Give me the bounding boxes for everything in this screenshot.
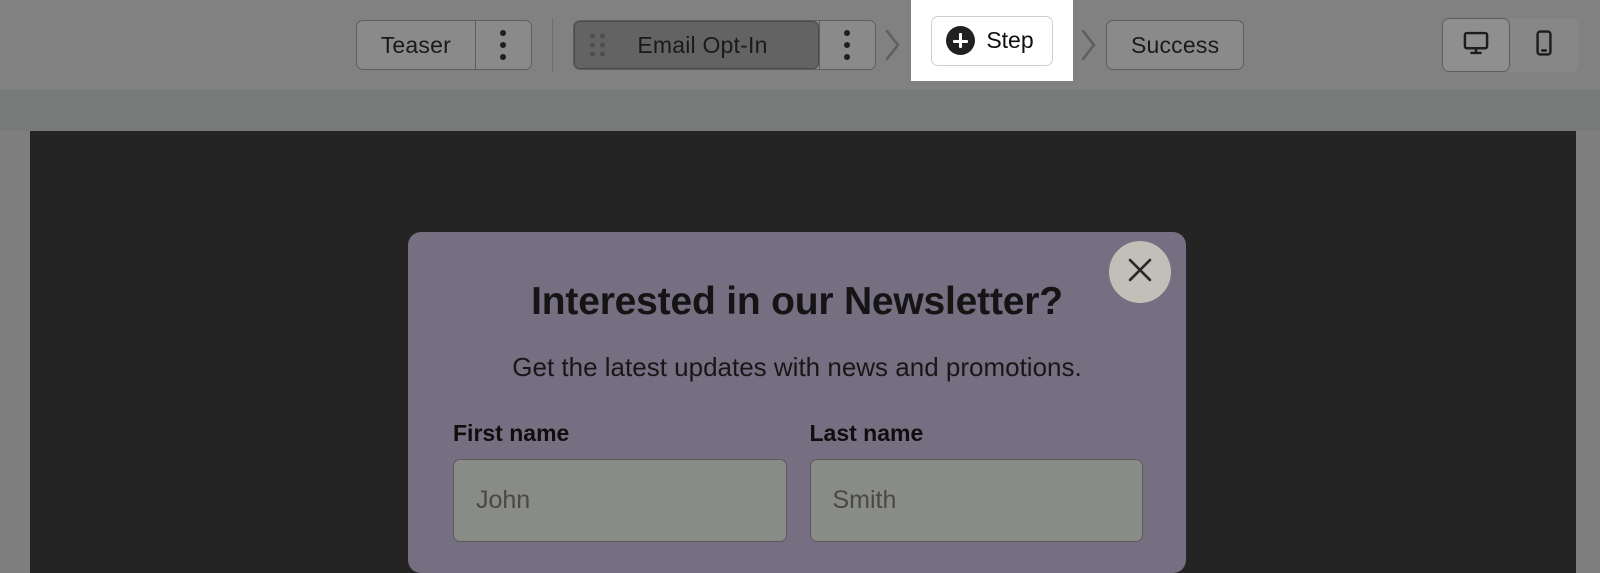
field-label-last-name: Last name — [809, 420, 924, 446]
step-menu-button-teaser[interactable] — [474, 21, 531, 69]
last-name-input[interactable] — [809, 459, 1143, 542]
device-toggle-desktop[interactable] — [1442, 18, 1510, 72]
preview-canvas: Interested in our Newsletter? Get the la… — [30, 131, 1576, 573]
kebab-menu-icon — [844, 42, 851, 48]
first-name-input[interactable] — [453, 459, 787, 542]
toolbar-sub-band — [0, 90, 1600, 131]
step-item-success[interactable]: Success — [1105, 20, 1245, 70]
modal-form-row: First name Last name — [453, 420, 1143, 542]
desktop-monitor-icon — [1462, 29, 1490, 62]
field-last-name: Last name — [809, 420, 1143, 542]
mobile-phone-icon — [1530, 29, 1558, 62]
editor-root: Teaser Email Opt-In Success Step Interes… — [0, 0, 1600, 573]
add-step-popover: Step — [911, 0, 1073, 81]
device-toggle-mobile[interactable] — [1510, 18, 1578, 72]
modal-title: Interested in our Newsletter? — [531, 280, 1063, 323]
step-label-text: Email Opt-In — [637, 31, 768, 58]
modal-subtitle: Get the latest updates with news and pro… — [512, 352, 1082, 382]
step-breadcrumb-strip: Teaser Email Opt-In Success — [0, 0, 1600, 90]
device-preview-toggle — [1442, 18, 1578, 72]
kebab-menu-icon — [844, 54, 851, 60]
drag-handle-icon[interactable] — [589, 33, 605, 57]
toolbar-divider — [551, 18, 553, 72]
plus-circle-icon — [946, 26, 976, 55]
top-toolbar: Teaser Email Opt-In Success Step — [0, 0, 1600, 90]
kebab-menu-icon — [844, 30, 851, 36]
step-menu-button-email-opt-in[interactable] — [818, 21, 875, 69]
step-item-teaser[interactable]: Teaser — [355, 20, 532, 70]
field-first-name: First name — [453, 420, 787, 542]
newsletter-modal: Interested in our Newsletter? Get the la… — [408, 232, 1186, 573]
chevron-right-icon — [876, 0, 910, 90]
kebab-menu-icon — [500, 30, 507, 36]
chevron-right-icon — [1072, 0, 1106, 90]
step-label-email-opt-in[interactable]: Email Opt-In — [573, 21, 819, 69]
step-label-success[interactable]: Success — [1107, 21, 1243, 69]
step-label-teaser[interactable]: Teaser — [357, 21, 475, 69]
step-item-email-opt-in[interactable]: Email Opt-In — [572, 20, 876, 70]
kebab-menu-icon — [500, 54, 507, 60]
add-step-label: Step — [986, 27, 1034, 53]
add-step-button[interactable]: Step — [931, 15, 1053, 66]
field-label-first-name: First name — [453, 420, 570, 446]
kebab-menu-icon — [500, 42, 507, 48]
